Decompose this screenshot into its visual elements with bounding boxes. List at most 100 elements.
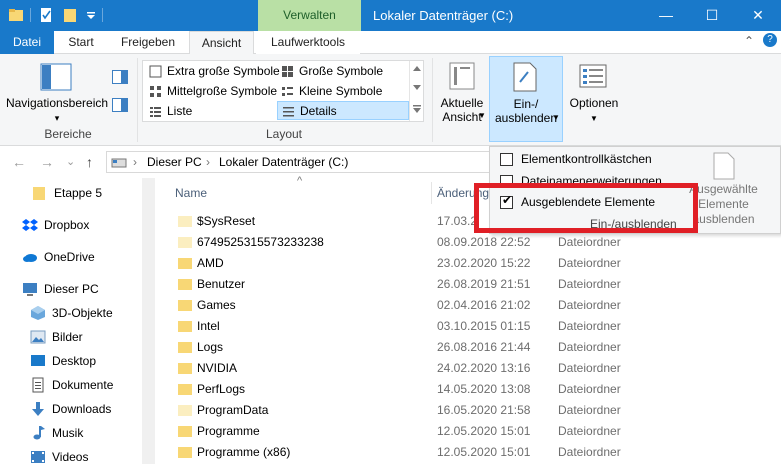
folder-icon[interactable] bbox=[8, 7, 24, 23]
file-type: Dateiordner bbox=[558, 235, 621, 249]
sidebar-item-label: Desktop bbox=[52, 354, 97, 368]
sidebar-scrollbar[interactable] bbox=[142, 178, 155, 464]
table-row[interactable]: Games 02.04.2016 21:02 Dateiordner bbox=[178, 295, 778, 316]
file-date: 12.05.2020 15:01 bbox=[437, 424, 531, 438]
chevron-down-icon: ▼ bbox=[552, 113, 560, 122]
quick-access-dropdown-icon[interactable] bbox=[83, 7, 99, 23]
file-type: Dateiordner bbox=[558, 403, 621, 417]
tab-datei[interactable]: Datei bbox=[0, 31, 54, 54]
preview-pane-icon[interactable] bbox=[112, 70, 128, 84]
navigationsbereich-button[interactable]: Navigationsbereich ▾ bbox=[4, 96, 110, 125]
collapse-ribbon-icon[interactable]: ⌃ bbox=[744, 34, 754, 48]
ribbon: Navigationsbereich ▾ Bereiche Extra groß… bbox=[0, 54, 781, 146]
maximize-button[interactable]: ☐ bbox=[689, 0, 735, 31]
file-date: 08.09.2018 22:52 bbox=[437, 235, 531, 249]
group-separator bbox=[432, 58, 433, 142]
pictures-icon bbox=[30, 330, 46, 344]
tab-start[interactable]: Start bbox=[56, 31, 106, 54]
column-header-name[interactable]: Name bbox=[175, 186, 207, 200]
chevron-down-icon bbox=[413, 85, 421, 90]
file-type: Dateiordner bbox=[558, 445, 621, 459]
folder-icon bbox=[178, 426, 192, 437]
up-button[interactable]: ↑ bbox=[86, 154, 93, 170]
layout-large-icons[interactable]: Große Symbole bbox=[277, 62, 409, 81]
breadcrumb-dieser-pc[interactable]: Dieser PC bbox=[147, 152, 202, 172]
table-row[interactable]: Programme (x86) 12.05.2020 15:01 Dateior… bbox=[178, 442, 778, 463]
file-date: 16.05.2020 21:58 bbox=[437, 403, 531, 417]
file-name: Benutzer bbox=[197, 277, 246, 291]
breadcrumb-lokaler-datentraeger[interactable]: Lokaler Datenträger (C:) bbox=[219, 152, 348, 172]
folder-icon bbox=[178, 258, 192, 269]
folder-icon bbox=[178, 321, 192, 332]
3d-objects-icon bbox=[31, 306, 45, 320]
table-row[interactable]: Logs 26.08.2016 21:44 Dateiordner bbox=[178, 337, 778, 358]
table-row[interactable]: AMD 23.02.2020 15:22 Dateiordner bbox=[178, 253, 778, 274]
folder-icon bbox=[178, 279, 192, 290]
layout-option-label: Kleine Symbole bbox=[299, 84, 383, 98]
layout-small-icons[interactable]: Kleine Symbole bbox=[277, 82, 409, 101]
file-name: Intel bbox=[197, 319, 220, 333]
forward-button[interactable]: → bbox=[40, 154, 54, 170]
layout-option-label: Details bbox=[300, 104, 337, 118]
address-bar[interactable]: › Dieser PC › Lokaler Datenträger (C:) bbox=[106, 151, 496, 173]
table-row[interactable]: Programme 12.05.2020 15:01 Dateiordner bbox=[178, 421, 778, 442]
file-date: 14.05.2020 13:08 bbox=[437, 382, 531, 396]
table-row[interactable]: ProgramData 16.05.2020 21:58 Dateiordner bbox=[178, 400, 778, 421]
close-button[interactable]: ✕ bbox=[735, 0, 781, 31]
ein-ausblenden-button[interactable]: Ein-/ ausblenden ▼ bbox=[489, 56, 563, 142]
checkbox[interactable] bbox=[500, 153, 513, 166]
recent-locations-button[interactable]: ⌄ bbox=[66, 155, 75, 168]
table-row[interactable]: Intel 03.10.2015 01:15 Dateiordner bbox=[178, 316, 778, 337]
qa-separator bbox=[30, 8, 31, 22]
documents-icon bbox=[32, 377, 44, 393]
sidebar-item-label: OneDrive bbox=[44, 250, 95, 264]
optionen-button[interactable]: Optionen ▼ bbox=[566, 96, 622, 126]
table-row[interactable]: 6749525315573233238 08.09.2018 22:52 Dat… bbox=[178, 232, 778, 253]
layout-option-label: Große Symbole bbox=[299, 64, 384, 78]
file-type: Dateiordner bbox=[558, 340, 621, 354]
help-icon[interactable]: ? bbox=[763, 33, 777, 47]
tab-ansicht[interactable]: Ansicht bbox=[189, 31, 254, 55]
options-icon bbox=[579, 64, 607, 88]
back-button[interactable]: ← bbox=[12, 154, 26, 170]
table-row[interactable]: Benutzer 26.08.2019 21:51 Dateiordner bbox=[178, 274, 778, 295]
file-date: 23.02.2020 15:22 bbox=[437, 256, 531, 270]
file-date: 17.03.2 bbox=[437, 214, 478, 228]
layout-medium-icons[interactable]: Mittelgroße Symbole bbox=[145, 82, 277, 101]
column-divider[interactable] bbox=[431, 182, 432, 204]
tab-freigeben[interactable]: Freigeben bbox=[108, 31, 188, 54]
folder-icon bbox=[178, 237, 192, 248]
properties-icon[interactable] bbox=[38, 7, 54, 23]
layout-details[interactable]: Details bbox=[277, 101, 409, 120]
file-name: Programme (x86) bbox=[197, 445, 291, 459]
hide-selected-label: Ausgewählte Elemente ausblenden bbox=[689, 182, 758, 226]
title-bar: Verwalten Lokaler Datenträger (C:) — ☐ ✕ bbox=[0, 0, 781, 31]
file-name: NVIDIA bbox=[197, 361, 238, 375]
file-name: $SysReset bbox=[197, 214, 256, 228]
medium-icons-icon bbox=[150, 86, 161, 97]
layout-list[interactable]: Liste bbox=[145, 102, 277, 121]
table-row[interactable]: NVIDIA 24.02.2020 13:16 Dateiordner bbox=[178, 358, 778, 379]
layout-extra-large-icons[interactable]: Extra große Symbole bbox=[145, 62, 280, 81]
new-folder-icon[interactable] bbox=[62, 7, 78, 23]
expand-gallery-icon bbox=[413, 105, 421, 113]
large-icons-icon bbox=[282, 66, 293, 77]
chevron-down-icon: ▼ bbox=[590, 114, 598, 123]
file-name: PerfLogs bbox=[197, 382, 246, 396]
minimize-button[interactable]: — bbox=[643, 0, 689, 31]
checkbox-label: Elementkontrollkästchen bbox=[521, 152, 652, 166]
file-type: Dateiordner bbox=[558, 298, 621, 312]
file-type: Dateiordner bbox=[558, 319, 621, 333]
file-date: 12.05.2020 15:01 bbox=[437, 445, 531, 459]
window-title: Lokaler Datenträger (C:) bbox=[373, 8, 514, 23]
file-type: Dateiordner bbox=[558, 277, 621, 291]
details-pane-icon[interactable] bbox=[112, 98, 128, 112]
file-name: AMD bbox=[197, 256, 224, 270]
onedrive-icon bbox=[23, 254, 37, 262]
layout-gallery-scroll[interactable] bbox=[409, 61, 423, 121]
tab-laufwerktools[interactable]: Laufwerktools bbox=[256, 31, 360, 54]
sidebar-item-label: Dropbox bbox=[44, 218, 90, 232]
sidebar-item-label: Bilder bbox=[52, 330, 83, 344]
table-row[interactable]: PerfLogs 14.05.2020 13:08 Dateiordner bbox=[178, 379, 778, 400]
tab-verwalten[interactable]: Verwalten bbox=[258, 0, 361, 31]
